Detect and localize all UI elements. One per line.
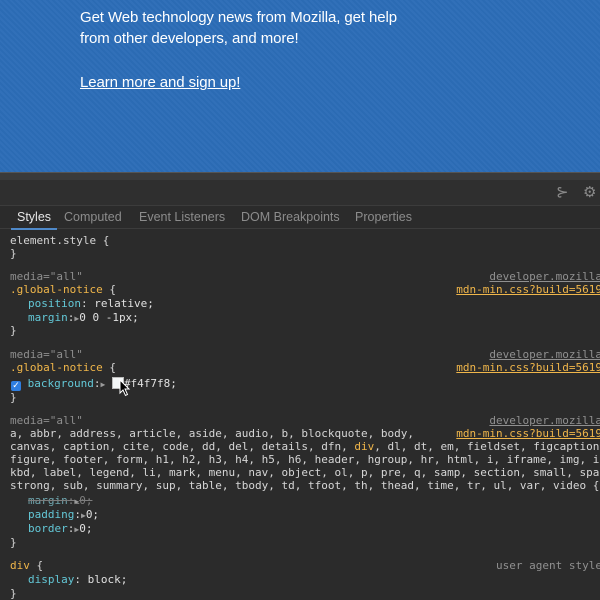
user-agent-source-label: user agent style bbox=[496, 559, 600, 572]
rule-selector: .global-notice { bbox=[10, 283, 116, 296]
open-brace: { bbox=[102, 283, 116, 296]
selector-text[interactable]: .global-notice bbox=[10, 283, 103, 296]
tab-event-listeners[interactable]: Event Listeners bbox=[139, 209, 225, 225]
rule-close-brace: } bbox=[10, 247, 17, 260]
source-location-link[interactable]: developer.mozilla bbox=[489, 414, 600, 427]
selector-text[interactable]: .global-notice bbox=[10, 361, 103, 374]
property-name[interactable]: margin bbox=[28, 311, 68, 324]
rule-close-brace: } bbox=[10, 324, 17, 337]
tab-styles[interactable]: Styles bbox=[10, 209, 58, 230]
selector-text[interactable]: div bbox=[10, 559, 30, 572]
declaration-margin-overridden[interactable]: margin:▶0; bbox=[28, 494, 92, 508]
source-location-link[interactable]: developer.mozilla bbox=[489, 348, 600, 361]
reset-selector-line-2[interactable]: canvas, caption, cite, code, dd, del, de… bbox=[10, 440, 600, 453]
source-location-link[interactable]: developer.mozilla bbox=[489, 270, 600, 283]
tab-properties[interactable]: Properties bbox=[355, 209, 412, 225]
element-style-selector: element.style { bbox=[10, 234, 110, 247]
banner-text-line-1: Get Web technology news from Mozilla, ge… bbox=[80, 9, 397, 26]
property-name[interactable]: padding bbox=[28, 508, 74, 521]
property-value[interactable]: block; bbox=[81, 573, 128, 586]
sidebar-tabs: Styles Computed Event Listeners DOM Brea… bbox=[0, 206, 600, 230]
open-brace: { bbox=[29, 559, 44, 572]
selector-text[interactable]: , dl, dt, em, fieldset, figcaption, bbox=[374, 440, 600, 453]
rule-close-brace: } bbox=[10, 391, 17, 404]
tab-dom-breakpoints[interactable]: DOM Breakpoints bbox=[241, 209, 340, 225]
signup-link[interactable]: Learn more and sign up! bbox=[80, 73, 240, 93]
reset-selector-line-1[interactable]: a, abbr, address, article, aside, audio,… bbox=[10, 427, 414, 440]
reset-selector-line-4[interactable]: kbd, label, legend, li, mark, menu, nav,… bbox=[10, 466, 599, 479]
property-value[interactable]: relative; bbox=[88, 297, 154, 310]
stylesheet-link[interactable]: mdn-min.css?build=5619 bbox=[456, 283, 600, 296]
enable-property-checkbox[interactable]: ✓ bbox=[11, 381, 21, 391]
expand-triangle-icon[interactable]: ▶ bbox=[100, 380, 105, 389]
devtools-toolbar: ⊱ ⚙ bbox=[0, 180, 600, 206]
property-value[interactable]: 0; bbox=[79, 494, 92, 507]
property-name[interactable]: background bbox=[28, 377, 94, 390]
mouse-pointer-icon bbox=[119, 379, 131, 397]
property-name[interactable]: display bbox=[28, 573, 74, 586]
property-name[interactable]: position bbox=[28, 297, 81, 310]
declaration-position[interactable]: position: relative; bbox=[28, 297, 154, 310]
tab-computed[interactable]: Computed bbox=[64, 209, 122, 225]
property-value[interactable]: 0; bbox=[79, 522, 92, 535]
rule-close-brace: } bbox=[10, 587, 17, 600]
reset-selector-line-5[interactable]: strong, sub, summary, sup, table, tbody,… bbox=[10, 479, 599, 492]
declaration-background[interactable]: ✓ background:▶ #f4f7f8; bbox=[11, 377, 177, 391]
gear-icon[interactable]: ⚙ bbox=[583, 182, 596, 202]
rule-selector: div { bbox=[10, 559, 43, 572]
mozilla-newsletter-banner: Get Web technology news from Mozilla, ge… bbox=[0, 0, 600, 172]
list-indent-icon[interactable]: ⊱ bbox=[556, 182, 569, 202]
stylesheet-link[interactable]: mdn-min.css?build=5619 bbox=[456, 427, 600, 440]
rule-selector: .global-notice { bbox=[10, 361, 116, 374]
media-label: media="all" bbox=[10, 348, 83, 361]
matched-selector[interactable]: div bbox=[354, 440, 374, 453]
property-value[interactable]: 0; bbox=[86, 508, 99, 521]
devtools-resize-handle[interactable] bbox=[0, 172, 600, 180]
styles-pane: element.style { } media="all" developer.… bbox=[0, 229, 600, 600]
reset-selector-line-3[interactable]: figure, footer, form, h1, h2, h3, h4, h5… bbox=[10, 453, 599, 466]
media-label: media="all" bbox=[10, 414, 83, 427]
property-name[interactable]: margin bbox=[28, 494, 68, 507]
property-name[interactable]: border bbox=[28, 522, 68, 535]
declaration-margin[interactable]: margin:▶0 0 -1px; bbox=[28, 311, 139, 325]
rule-close-brace: } bbox=[10, 536, 17, 549]
property-value[interactable]: 0 0 -1px; bbox=[79, 311, 139, 324]
open-brace: { bbox=[102, 361, 116, 374]
property-value[interactable]: #f4f7f8; bbox=[124, 377, 177, 390]
declaration-display[interactable]: display: block; bbox=[28, 573, 127, 586]
declaration-border[interactable]: border:▶0; bbox=[28, 522, 92, 536]
declaration-padding[interactable]: padding:▶0; bbox=[28, 508, 99, 522]
banner-text-line-2: from other developers, and more! bbox=[80, 30, 299, 47]
selector-text[interactable]: canvas, caption, cite, code, dd, del, de… bbox=[10, 440, 354, 453]
media-label: media="all" bbox=[10, 270, 83, 283]
stylesheet-link[interactable]: mdn-min.css?build=5619 bbox=[456, 361, 600, 374]
